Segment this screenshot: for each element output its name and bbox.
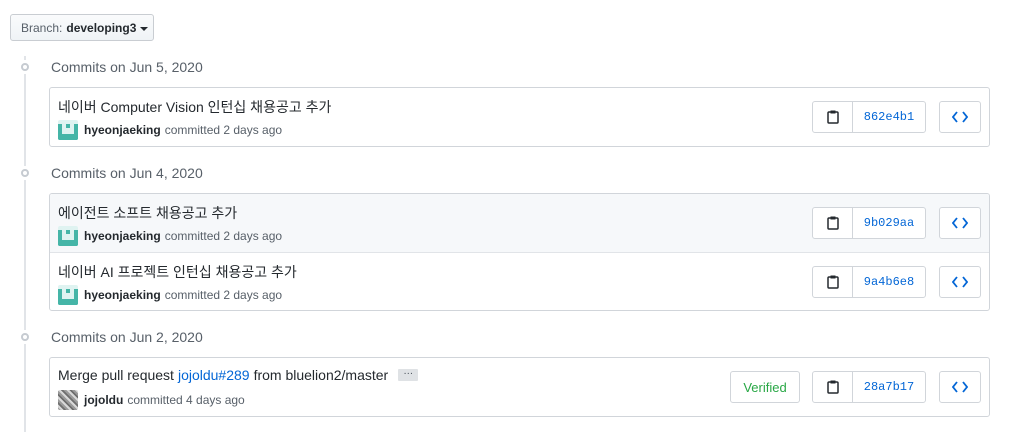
commit-sha-link[interactable]: 28a7b17: [853, 372, 925, 402]
commit-row: 네이버 AI 프로젝트 인턴십 채용공고 추가 hyeonjaeking com…: [50, 252, 989, 310]
commit-author[interactable]: hyeonjaeking: [84, 229, 161, 243]
verified-badge[interactable]: Verified: [730, 371, 800, 403]
branch-select-button[interactable]: Branch: developing3: [10, 14, 154, 41]
commit-time: committed 2 days ago: [164, 123, 283, 137]
commit-message-link[interactable]: from bluelion2/master: [254, 367, 389, 383]
commit-sha-link[interactable]: 862e4b1: [853, 102, 925, 132]
browse-repo-button[interactable]: [939, 266, 981, 298]
commit-dot-icon: [18, 330, 32, 344]
commit-group-header: Commits on Jun 2, 2020: [18, 327, 203, 347]
commit-message-link[interactable]: 에이전트 소프트 채용공고 추가: [58, 203, 237, 223]
commit-row: Merge pull request jojoldu#289 from blue…: [50, 358, 989, 416]
expand-message-button[interactable]: …: [398, 367, 419, 381]
copy-sha-button[interactable]: [813, 102, 853, 132]
commit-time: committed 4 days ago: [127, 393, 245, 407]
branch-name: developing3: [66, 20, 137, 35]
commit-row: 에이전트 소프트 채용공고 추가 hyeonjaeking committed …: [50, 194, 989, 252]
commit-group-date: Commits on Jun 5, 2020: [51, 59, 203, 75]
commit-group-date: Commits on Jun 4, 2020: [51, 165, 203, 181]
clipboard-icon: [826, 275, 839, 289]
sha-button-group: 862e4b1: [812, 101, 926, 133]
browse-repo-button[interactable]: [939, 101, 981, 133]
commit-list: 네이버 Computer Vision 인턴십 채용공고 추가 hyeonjae…: [49, 87, 990, 147]
commit-time: committed 2 days ago: [164, 229, 283, 243]
copy-sha-button[interactable]: [813, 208, 853, 238]
pull-request-link[interactable]: jojoldu#289: [178, 367, 250, 383]
commit-group-date: Commits on Jun 2, 2020: [51, 329, 203, 345]
code-icon: [952, 217, 968, 229]
commit-dot-icon: [18, 166, 32, 180]
commit-author[interactable]: hyeonjaeking: [84, 288, 161, 302]
sha-button-group: 9a4b6e8: [812, 266, 926, 298]
avatar[interactable]: [58, 390, 78, 410]
caret-down-icon: [140, 26, 149, 31]
code-icon: [952, 381, 968, 393]
browse-repo-button[interactable]: [939, 371, 981, 403]
commit-row: 네이버 Computer Vision 인턴십 채용공고 추가 hyeonjae…: [50, 88, 989, 146]
sha-button-group: 28a7b17: [812, 371, 926, 403]
avatar[interactable]: [58, 285, 78, 305]
commit-dot-icon: [18, 60, 32, 74]
commit-sha-link[interactable]: 9b029aa: [853, 208, 925, 238]
branch-label: Branch:: [21, 20, 63, 35]
clipboard-icon: [826, 216, 839, 230]
copy-sha-button[interactable]: [813, 267, 853, 297]
avatar[interactable]: [58, 120, 78, 140]
commit-time: committed 2 days ago: [164, 288, 283, 302]
timeline-line: [24, 56, 26, 432]
browse-repo-button[interactable]: [939, 207, 981, 239]
commit-sha-link[interactable]: 9a4b6e8: [853, 267, 925, 297]
sha-button-group: 9b029aa: [812, 207, 926, 239]
commit-list: Merge pull request jojoldu#289 from blue…: [49, 357, 990, 417]
clipboard-icon: [826, 380, 839, 394]
commit-author[interactable]: hyeonjaeking: [84, 123, 161, 137]
code-icon: [952, 276, 968, 288]
commit-group-header: Commits on Jun 5, 2020: [18, 57, 203, 77]
commit-message-link[interactable]: Merge pull request: [58, 367, 174, 383]
commit-message-link[interactable]: 네이버 AI 프로젝트 인턴십 채용공고 추가: [58, 262, 297, 282]
commit-group-header: Commits on Jun 4, 2020: [18, 163, 203, 183]
code-icon: [952, 111, 968, 123]
clipboard-icon: [826, 110, 839, 124]
avatar[interactable]: [58, 226, 78, 246]
commit-message-link[interactable]: 네이버 Computer Vision 인턴십 채용공고 추가: [58, 97, 331, 117]
copy-sha-button[interactable]: [813, 372, 853, 402]
commit-author[interactable]: jojoldu: [84, 393, 123, 407]
commit-list: 에이전트 소프트 채용공고 추가 hyeonjaeking committed …: [49, 193, 990, 311]
